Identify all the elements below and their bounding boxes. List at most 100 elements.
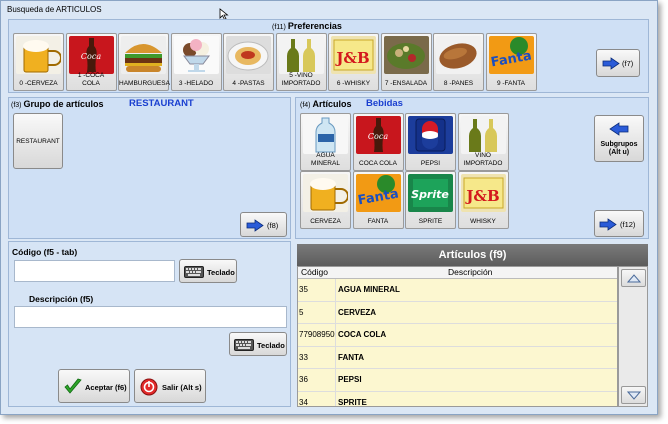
articles-next-button[interactable]: (f12) bbox=[594, 210, 644, 237]
coca-cola-bottle-icon: Coca bbox=[355, 116, 401, 154]
row-code: 36 bbox=[299, 375, 308, 384]
code-field[interactable] bbox=[14, 260, 175, 282]
code-label: Código (f5 - tab) bbox=[12, 247, 78, 257]
column-divider bbox=[335, 391, 336, 406]
articles-tile-label: COCA COLA bbox=[359, 160, 397, 167]
groups-panel: (f3) Grupo de artículos RESTAURANT RESTAU… bbox=[8, 97, 291, 239]
articles-grid[interactable]: Código Descripción 35 AGUA MINERAL 5 CERVEZ… bbox=[297, 266, 618, 407]
whisky-jb-icon: J&B bbox=[331, 36, 376, 74]
favorites-tile[interactable]: J&B 6 -WHISKY bbox=[328, 33, 379, 91]
table-row[interactable]: 77908950 COCA COLA bbox=[298, 324, 617, 347]
favorites-tile-label: 6 -WHISKY bbox=[336, 80, 371, 87]
table-row[interactable]: 33 FANTA bbox=[298, 346, 617, 369]
pepsi-can-icon bbox=[408, 116, 453, 154]
row-code: 35 bbox=[299, 285, 308, 294]
code-keyboard-button[interactable]: Teclado bbox=[179, 259, 237, 283]
favorites-tile[interactable]: Fanta 9 -FANTA bbox=[485, 33, 537, 91]
favorites-tile[interactable]: 5 -VINO IMPORTADO bbox=[275, 33, 327, 91]
column-divider bbox=[335, 346, 336, 368]
articles-next-label: (f12) bbox=[620, 220, 636, 229]
wine-bottles-icon bbox=[460, 116, 506, 154]
favorites-tile-label: 3 -HELADO bbox=[178, 80, 214, 87]
arrow-right-icon bbox=[602, 57, 620, 70]
articles-tile[interactable]: PEPSI bbox=[405, 113, 456, 171]
table-row[interactable]: 34 SPRITE bbox=[298, 391, 617, 407]
beer-mug-icon bbox=[303, 174, 348, 212]
articles-tile[interactable]: Sprite SPRITE bbox=[405, 171, 456, 229]
articles-tile-label: FANTA bbox=[367, 218, 389, 225]
favorites-tile[interactable]: 0 -CERVEZA bbox=[13, 33, 64, 91]
column-code[interactable]: Código bbox=[301, 267, 328, 277]
wine-bottles-icon bbox=[278, 36, 324, 74]
favorites-tile[interactable]: 3 -HELADO bbox=[170, 33, 222, 91]
articles-tile[interactable]: Fanta FANTA bbox=[352, 171, 404, 229]
svg-text:Coca: Coca bbox=[80, 52, 100, 61]
articles-tile[interactable]: VINO IMPORTADO bbox=[457, 113, 509, 171]
articles-tile[interactable]: J&B WHISKY bbox=[457, 171, 509, 229]
table-row[interactable]: 5 CERVEZA bbox=[298, 301, 617, 324]
column-divider bbox=[335, 324, 336, 346]
column-description[interactable]: Descripción bbox=[448, 267, 492, 277]
groups-selected: RESTAURANT bbox=[129, 98, 194, 109]
favorites-next-button[interactable]: (f7) bbox=[596, 49, 640, 77]
favorites-key: (f11) bbox=[272, 24, 286, 31]
favorites-panel: (f11) Preferencias 0 -CERVEZA Coca 1 -COCA … bbox=[8, 19, 649, 93]
column-divider bbox=[335, 301, 336, 323]
ice-cream-icon bbox=[173, 36, 219, 74]
row-description: PEPSI bbox=[338, 375, 362, 384]
subgroups-button[interactable]: Subgrupos (Alt u) bbox=[594, 115, 644, 162]
search-window: Busqueda de ARTICULOS (f11) Preferencias … bbox=[0, 0, 658, 415]
articles-title-text: Artículos bbox=[312, 99, 352, 109]
articles-tile-label: CERVEZA bbox=[310, 218, 341, 225]
favorites-tile[interactable]: HAMBURGUESA bbox=[118, 33, 170, 91]
grid-scrollbar[interactable] bbox=[618, 266, 648, 407]
favorites-tile-label: 7 -ENSALADA bbox=[384, 80, 428, 87]
arrow-right-icon bbox=[599, 218, 617, 231]
favorites-next-label: (f7) bbox=[622, 59, 634, 68]
svg-text:Sprite: Sprite bbox=[411, 188, 449, 201]
arrow-right-icon bbox=[246, 219, 264, 232]
scroll-up-button[interactable] bbox=[621, 269, 646, 287]
favorites-tile-label: 9 -FANTA bbox=[496, 80, 526, 87]
favorites-tile[interactable]: Coca 1 -COCA COLA bbox=[65, 33, 117, 91]
description-keyboard-button[interactable]: Teclado bbox=[229, 332, 287, 356]
fanta-can-icon: Fanta bbox=[488, 36, 534, 74]
articles-tile[interactable]: CERVEZA bbox=[300, 171, 351, 229]
exit-label: Salir (Alt s) bbox=[162, 383, 202, 392]
articles-tile-label: SPRITE bbox=[418, 218, 443, 225]
column-divider bbox=[335, 369, 336, 391]
window-title: Busqueda de ARTICULOS bbox=[7, 5, 102, 14]
groups-next-label: (f8) bbox=[267, 221, 279, 230]
articles-list-title: Artículos (f9) bbox=[297, 244, 648, 266]
articles-tile[interactable]: AGUA MINERAL bbox=[300, 113, 351, 171]
groups-next-button[interactable]: (f8) bbox=[240, 212, 287, 237]
groups-title-text: Grupo de artículos bbox=[23, 99, 104, 109]
description-field[interactable] bbox=[14, 306, 287, 328]
table-row[interactable]: 35 AGUA MINERAL bbox=[298, 279, 617, 302]
water-bottle-icon bbox=[303, 116, 348, 154]
table-row[interactable]: 36 PEPSI bbox=[298, 369, 617, 392]
favorites-tile[interactable]: 8 -PANES bbox=[433, 33, 484, 91]
scroll-down-button[interactable] bbox=[621, 386, 646, 404]
favorites-tile-label: 8 -PANES bbox=[443, 80, 474, 87]
description-label: Descripción (f5) bbox=[29, 294, 94, 304]
favorites-tile[interactable]: 4 -PASTAS bbox=[223, 33, 274, 91]
row-description: FANTA bbox=[338, 352, 365, 362]
accept-button[interactable]: Aceptar (f6) bbox=[58, 369, 130, 403]
row-description: CERVEZA bbox=[338, 307, 377, 317]
group-button-restaurant[interactable]: RESTAURANT bbox=[13, 113, 63, 169]
articles-tile-label: AGUA MINERAL bbox=[311, 152, 340, 167]
articles-tile[interactable]: Coca COCA COLA bbox=[352, 113, 404, 171]
favorites-tile-label: 1 -COCA COLA bbox=[77, 72, 105, 87]
articles-tile-label: PEPSI bbox=[420, 160, 441, 167]
favorites-tile-label: HAMBURGUESA bbox=[119, 80, 170, 87]
row-code: 5 bbox=[299, 307, 304, 317]
row-code: 34 bbox=[299, 397, 308, 407]
keyboard-icon bbox=[184, 266, 204, 278]
favorites-tile[interactable]: 7 -ENSALADA bbox=[380, 33, 432, 91]
favorites-tile-label: 4 -PASTAS bbox=[232, 80, 265, 87]
code-keyboard-label: Teclado bbox=[207, 268, 235, 277]
favorites-tile-label: 0 -CERVEZA bbox=[19, 80, 58, 87]
triangle-up-icon bbox=[627, 274, 641, 283]
exit-button[interactable]: Salir (Alt s) bbox=[134, 369, 206, 403]
